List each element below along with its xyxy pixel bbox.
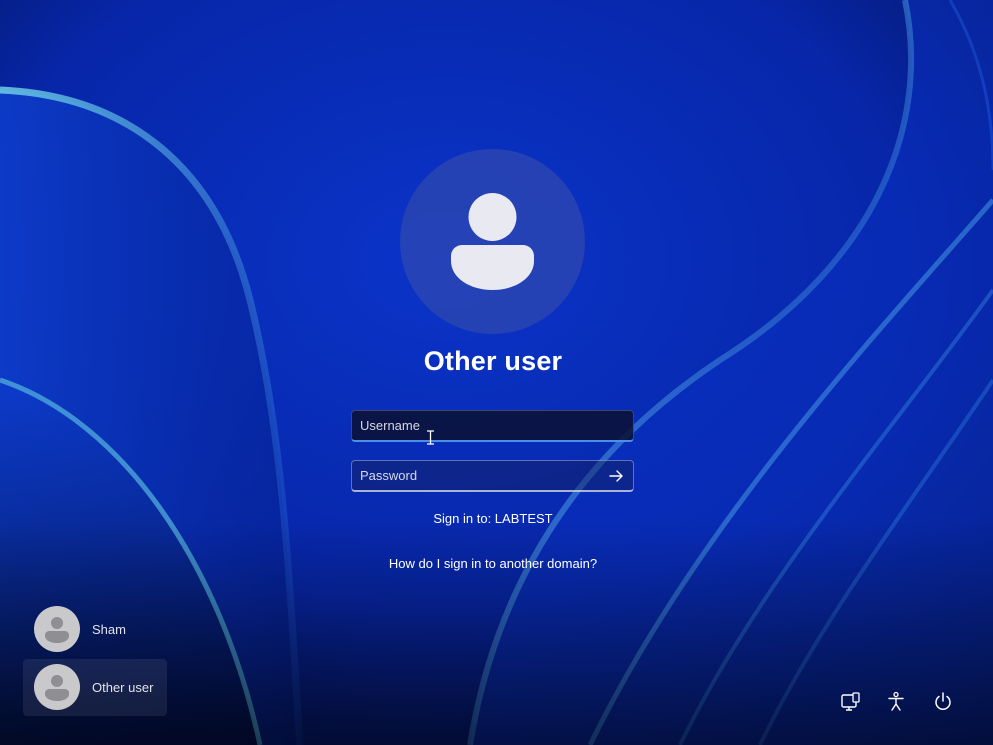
text-cursor-icon [427,430,434,445]
accessibility-icon[interactable] [884,690,908,714]
password-input[interactable] [352,461,633,490]
another-domain-link[interactable]: How do I sign in to another domain? [333,556,653,571]
person-icon [45,675,69,701]
user-tile-sham[interactable]: Sham [23,601,167,658]
person-icon [451,193,534,290]
user-tile-name: Other user [92,680,154,695]
network-icon[interactable] [838,690,862,714]
account-name-title: Other user [423,346,563,376]
submit-arrow-icon[interactable] [607,467,625,485]
user-tile-other-user[interactable]: Other user [23,659,167,716]
username-input[interactable] [352,411,633,440]
user-avatar [34,606,80,652]
sign-in-domain-label: Sign in to: LABTEST [433,511,553,526]
password-field[interactable] [351,460,634,492]
person-icon [45,617,69,643]
user-tile-name: Sham [92,622,126,637]
user-avatar [34,664,80,710]
power-icon[interactable] [931,690,955,714]
lock-screen: Other user Sign in to: LABTEST How do I … [0,0,993,745]
username-field[interactable] [351,410,634,442]
user-avatar-large [400,149,585,334]
